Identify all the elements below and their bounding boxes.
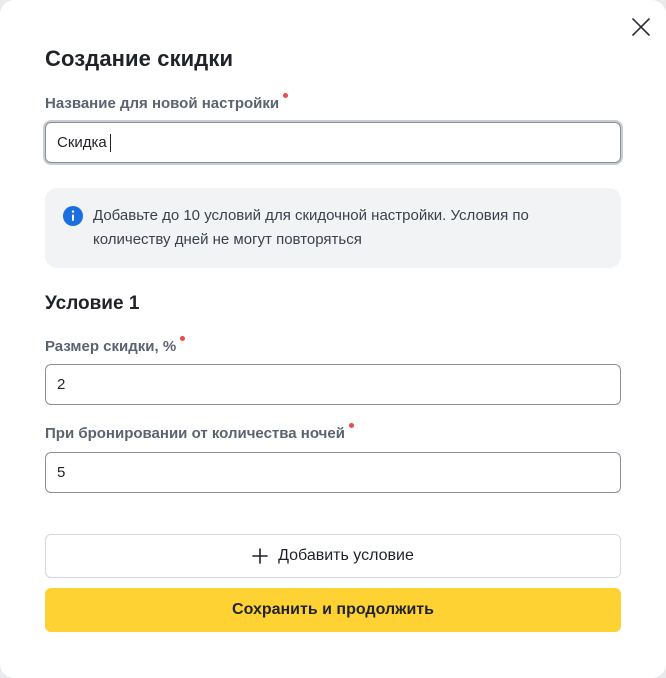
save-continue-label: Сохранить и продолжить: [232, 601, 434, 618]
required-marker: [180, 336, 186, 341]
discount-input[interactable]: [45, 364, 621, 405]
required-marker: [283, 93, 289, 98]
plus-icon: [252, 548, 268, 564]
discount-field-label-text: Размер скидки, %: [45, 338, 177, 355]
discount-dialog: Создание скидки Название для новой настр…: [0, 0, 666, 678]
nights-field-label-text: При бронировании от количества ночей: [45, 425, 345, 442]
condition-title: Условие 1: [45, 293, 140, 314]
nights-input[interactable]: [45, 452, 621, 493]
name-input[interactable]: [45, 122, 621, 163]
info-icon: [63, 206, 83, 226]
save-continue-button[interactable]: Сохранить и продолжить: [45, 588, 621, 632]
add-condition-button[interactable]: Добавить условие: [45, 534, 621, 578]
close-icon: [632, 18, 650, 36]
text-caret: [110, 134, 111, 152]
dialog-title: Создание скидки: [45, 46, 234, 71]
required-marker: [348, 423, 354, 428]
name-field-label-text: Название для новой настройки: [45, 95, 280, 112]
name-field-label: Название для новой настройки: [45, 93, 289, 112]
discount-field-label: Размер скидки, %: [45, 336, 186, 355]
close-button[interactable]: [628, 14, 654, 40]
nights-field-label: При бронировании от количества ночей: [45, 423, 354, 442]
info-banner: Добавьте до 10 условий для скидочной нас…: [45, 188, 621, 268]
add-condition-label: Добавить условие: [278, 547, 414, 564]
info-banner-text: Добавьте до 10 условий для скидочной нас…: [93, 207, 529, 248]
